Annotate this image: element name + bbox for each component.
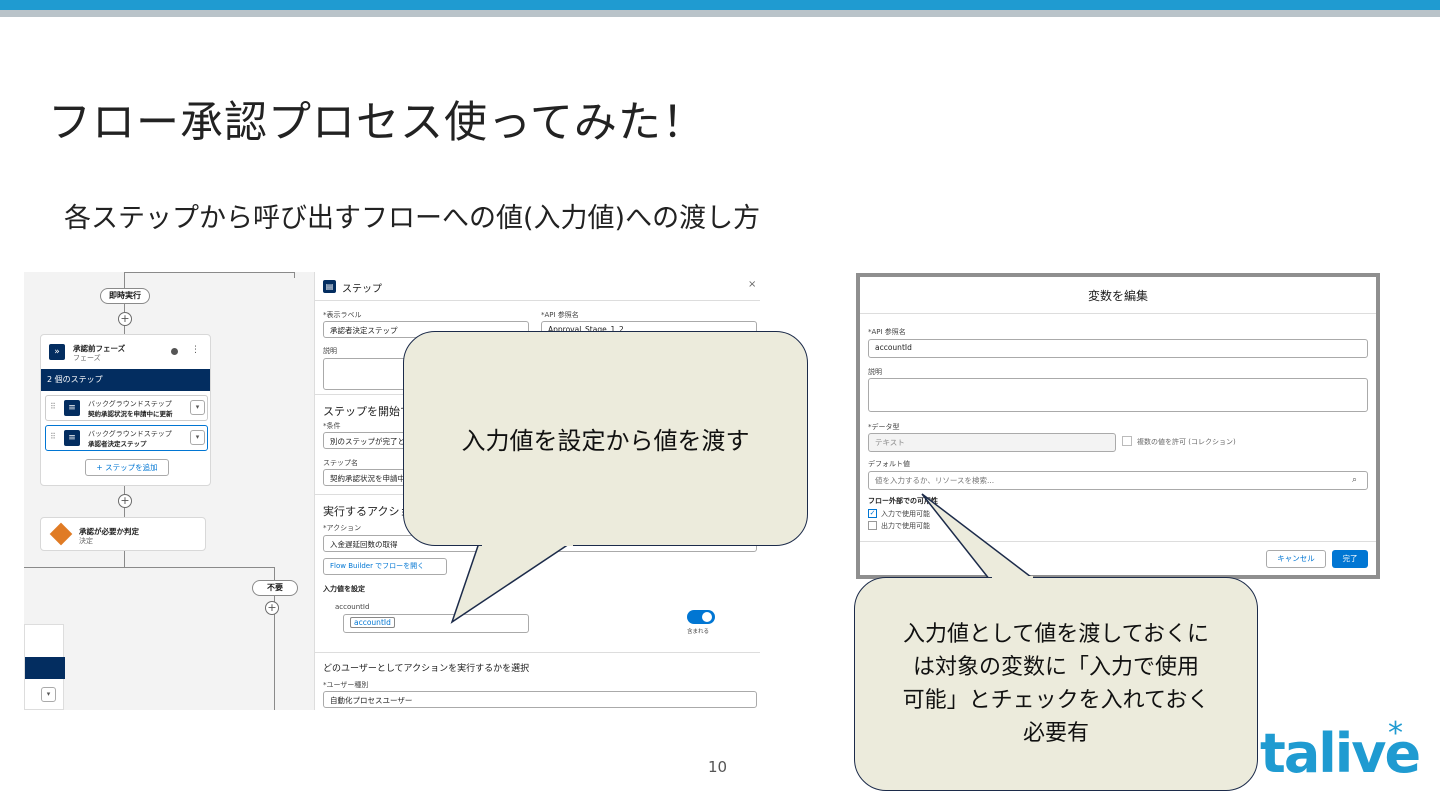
callout-2-mask xyxy=(992,576,1033,580)
page-number: 10 xyxy=(708,758,728,776)
asterisk-icon: * xyxy=(1388,716,1403,751)
